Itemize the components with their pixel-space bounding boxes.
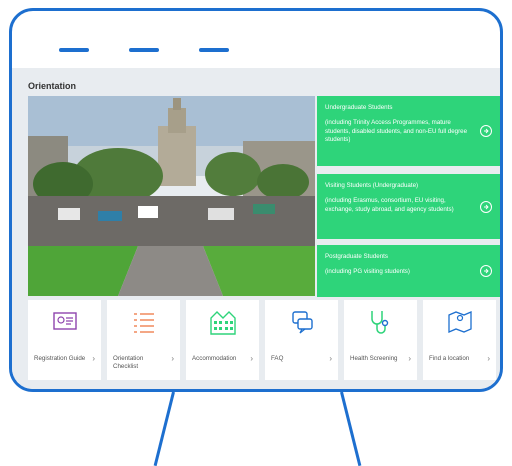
chevron-right-icon: › <box>329 354 332 363</box>
page-title: Orientation <box>28 81 77 91</box>
tile-accommodation[interactable]: Accommodation › <box>186 300 259 380</box>
checklist-icon <box>130 308 158 336</box>
tile-orientation-checklist[interactable]: Orientation Checklist › <box>107 300 180 380</box>
panel-postgraduate[interactable]: Postgraduate Students (including PG visi… <box>317 245 500 297</box>
tile-find-a-location[interactable]: Find a location › <box>423 300 496 380</box>
panel-title: Undergraduate Students <box>325 104 393 111</box>
tile-health-screening[interactable]: Health Screening › <box>344 300 417 380</box>
tile-label: Find a location <box>429 355 470 362</box>
campus-hero-image <box>28 96 315 296</box>
panel-undergraduate[interactable]: Undergraduate Students (including Trinit… <box>317 96 500 166</box>
chevron-right-icon: › <box>171 354 174 363</box>
tile-registration-guide[interactable]: Registration Guide › <box>28 300 101 380</box>
panel-description: (including Trinity Access Programmes, ma… <box>325 119 468 144</box>
chat-icon <box>288 308 316 336</box>
chevron-right-icon: › <box>92 354 95 363</box>
tile-label: Orientation Checklist <box>113 355 144 370</box>
panel-title: Visiting Students (Undergraduate) <box>325 182 419 189</box>
tile-label: FAQ <box>271 355 284 362</box>
stand-leg <box>340 391 362 466</box>
panel-visiting-students[interactable]: Visiting Students (Undergraduate) (inclu… <box>317 174 500 239</box>
chevron-right-icon: › <box>408 354 411 363</box>
stand-leg <box>153 391 175 466</box>
tile-label: Accommodation <box>192 355 237 362</box>
map-icon <box>446 308 474 336</box>
header-dash <box>129 48 159 52</box>
arrow-circle-icon <box>480 200 492 213</box>
id-card-icon <box>51 308 79 336</box>
panel-description: (including Erasmus, consortium, EU visit… <box>325 197 454 213</box>
tile-label: Health Screening <box>350 355 398 362</box>
panel-description: (including PG visiting students) <box>325 268 410 276</box>
building-icon <box>209 308 237 336</box>
header-dash <box>59 48 89 52</box>
chevron-right-icon: › <box>487 354 490 363</box>
tile-label: Registration Guide <box>34 355 86 362</box>
arrow-circle-icon <box>480 265 492 277</box>
screen: Orientation Undergraduate Students (incl… <box>12 68 500 389</box>
header-dash <box>199 48 229 52</box>
panel-title: Postgraduate Students <box>325 253 388 260</box>
arrow-circle-icon <box>480 125 492 137</box>
stethoscope-icon <box>367 308 395 336</box>
tile-faq[interactable]: FAQ › <box>265 300 338 380</box>
monitor-frame: Orientation Undergraduate Students (incl… <box>9 8 503 392</box>
chevron-right-icon: › <box>250 354 253 363</box>
